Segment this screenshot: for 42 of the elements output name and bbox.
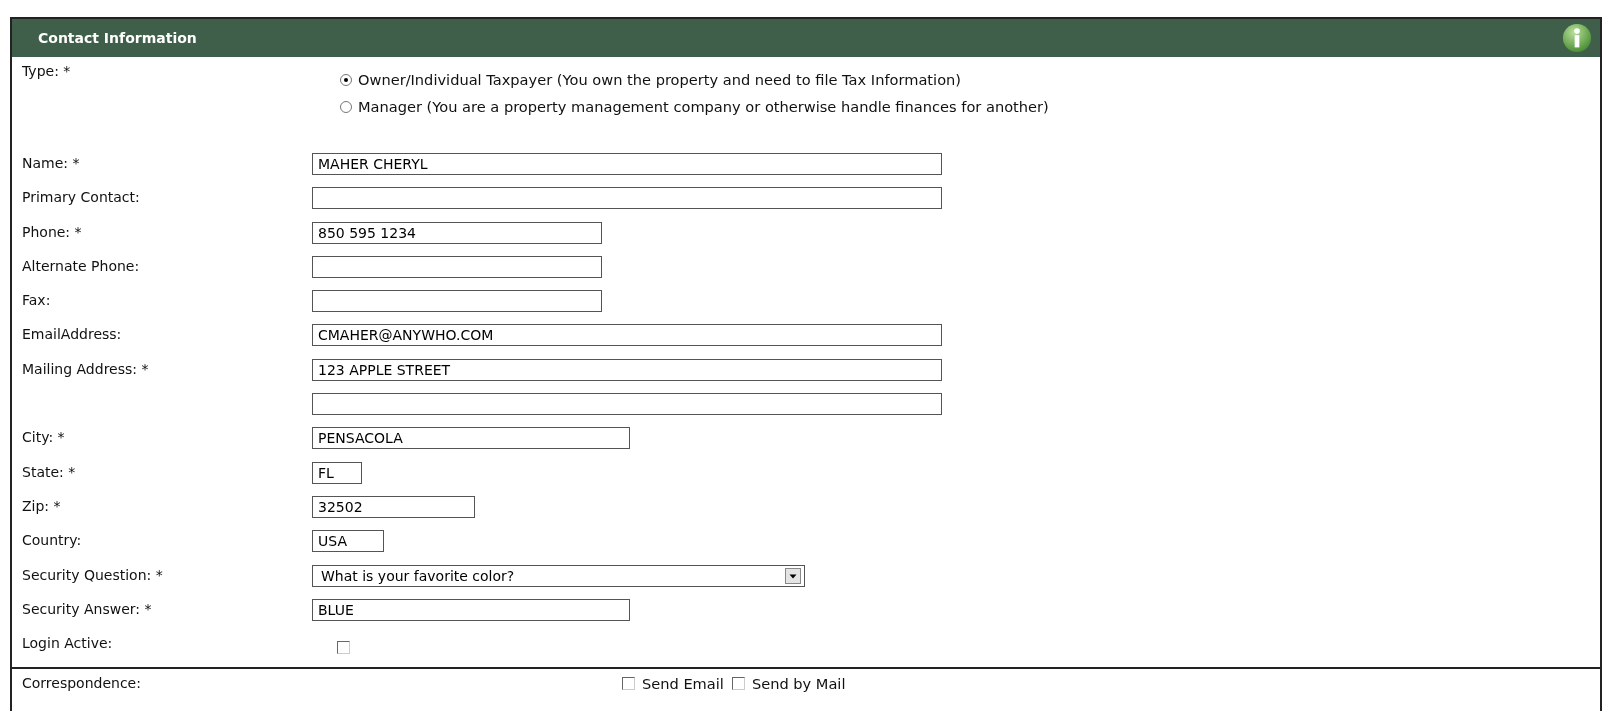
text-field[interactable]: 123 APPLE STREET	[312, 358, 942, 381]
field-label: Country:	[22, 532, 82, 549]
panel-title: Contact Information	[38, 30, 197, 46]
dropdown[interactable]: What is your favorite color?	[312, 564, 805, 587]
field-label: Login Active:	[22, 635, 113, 652]
text-field[interactable]: PENSACOLA	[312, 427, 630, 450]
field-label: Mailing Address: *	[22, 360, 149, 377]
field-label: Alternate Phone:	[22, 257, 140, 274]
checkbox[interactable]	[731, 677, 745, 691]
field-label: Security Answer: *	[22, 600, 152, 617]
field-label: Phone: *	[22, 223, 82, 240]
dropdown-caret-icon[interactable]	[785, 567, 801, 584]
field-label: Type: *	[22, 63, 72, 81]
text-field[interactable]: 32502	[312, 495, 475, 518]
field-label: Fax:	[22, 292, 51, 309]
field-label: City: *	[22, 429, 65, 446]
checkbox-option[interactable]: Send Email	[622, 675, 724, 693]
checkbox-label: Send Email	[642, 675, 724, 693]
text-field[interactable]	[312, 255, 602, 278]
field-label: Correspondence:	[22, 675, 142, 692]
text-field[interactable]	[312, 187, 942, 210]
field-label: Security Question: *	[22, 566, 163, 583]
text-field[interactable]: FL	[312, 461, 362, 484]
checkbox-option[interactable]: Send by Mail	[731, 675, 846, 693]
checkbox[interactable]	[622, 677, 635, 691]
text-field[interactable]	[312, 393, 942, 416]
checkbox[interactable]	[337, 641, 350, 655]
field-label: State: *	[22, 463, 76, 480]
text-field[interactable]: CMAHER@ANYWHO.COM	[312, 324, 942, 347]
field-label: Primary Contact:	[22, 189, 140, 206]
text-field[interactable]: 850 595 1234	[312, 221, 602, 244]
radio-button[interactable]	[340, 73, 352, 86]
field-label: Zip: *	[22, 497, 61, 514]
text-field[interactable]: MAHER CHERYL	[312, 153, 942, 175]
text-field[interactable]	[312, 290, 602, 313]
checkbox-label: Send by Mail	[751, 675, 846, 693]
info-icon[interactable]	[1562, 23, 1592, 53]
text-field[interactable]: BLUE	[312, 598, 630, 621]
text-field[interactable]: USA	[312, 530, 384, 553]
field-label: Name: *	[22, 155, 80, 171]
field-label: EmailAddress:	[22, 326, 122, 343]
radio-button[interactable]	[340, 100, 352, 113]
